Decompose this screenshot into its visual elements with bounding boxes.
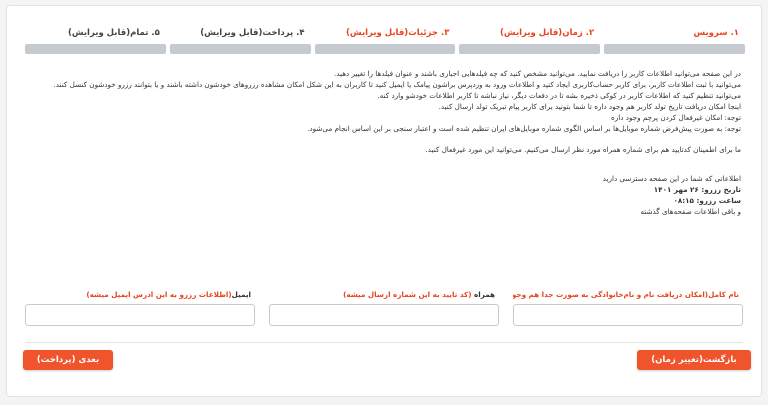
step-label: ۲. زمان(قابل ویرایش) — [500, 28, 595, 38]
info-line: می‌توانید تنظیم کنید که اطلاعات کاربر در… — [377, 91, 741, 100]
info-line: در این صفحه می‌توانید اطلاعات کاربر را د… — [333, 69, 741, 78]
mobile-input[interactable] — [269, 304, 499, 326]
step-bar — [459, 44, 601, 54]
step-finish[interactable]: ۵. تمام(قابل ویرایش) — [25, 26, 166, 56]
name-input[interactable] — [513, 304, 743, 326]
divider — [25, 342, 743, 343]
step-bar — [314, 44, 456, 54]
info-text: در این صفحه می‌توانید اطلاعات کاربر را د… — [21, 68, 741, 217]
reserve-date: تاریخ رزرو: ۲۶ مهر ۱۴۰۱ — [653, 185, 741, 194]
reserve-time: ساعت رزرو: ۰۸:۱۵ — [673, 196, 741, 205]
info-line: توجه: به صورت پیش‌فرض شماره موبایل‌ها بر… — [307, 124, 741, 133]
info-line: اینجا امکان دریافت تاریخ تولد کاربر هم و… — [438, 102, 741, 111]
booking-card: ۱. سرویس ۲. زمان(قابل ویرایش) ۳. جزئیات(… — [6, 5, 762, 397]
step-label: ۱. سرویس — [693, 28, 739, 38]
next-button[interactable]: بعدی (پرداخت) — [23, 350, 113, 370]
field-inputs — [25, 304, 743, 326]
email-label: ایمیل(اطلاعات رزرو به این ادرس ایمیل میش… — [86, 290, 251, 299]
step-bar — [169, 44, 311, 54]
reserve-summary: اطلاعاتی که شما در این صفحه دسترسی دارید… — [21, 173, 741, 217]
email-input[interactable] — [25, 304, 255, 326]
reserve-other: و باقی اطلاعات صفحه‌های گذشته — [640, 207, 741, 216]
step-label: ۴. پرداخت(قابل ویرایش) — [200, 28, 305, 38]
mobile-label: همراه (کد تایید به این شماره ارسال میشه) — [343, 290, 495, 299]
info-line: می‌توانید با ثبت اطلاعات کاربر، برای کار… — [53, 80, 741, 89]
step-bar — [25, 44, 166, 54]
name-label: نام کامل(امکان دریافت نام و نام‌خانوادگی… — [513, 290, 739, 299]
verify-note: ما برای اطمینان کدتایید هم برای شماره هم… — [425, 145, 741, 154]
step-payment[interactable]: ۴. پرداخت(قابل ویرایش) — [169, 26, 311, 56]
step-label: ۳. جزئیات(قابل ویرایش) — [346, 28, 450, 38]
step-time[interactable]: ۲. زمان(قابل ویرایش) — [459, 26, 601, 56]
progress-steps: ۱. سرویس ۲. زمان(قابل ویرایش) ۳. جزئیات(… — [25, 26, 745, 56]
back-button[interactable]: بازگشت(تغییر زمان) — [637, 350, 751, 370]
reserve-intro: اطلاعاتی که شما در این صفحه دسترسی دارید — [602, 174, 741, 183]
field-labels: نام کامل(امکان دریافت نام و نام‌خانوادگی… — [25, 290, 743, 304]
step-bar — [604, 44, 745, 54]
step-service[interactable]: ۱. سرویس — [604, 26, 745, 56]
step-details[interactable]: ۳. جزئیات(قابل ویرایش) — [314, 26, 456, 56]
info-line: توجه: امکان غیرفعال کردن پرچم وجود داره — [611, 113, 741, 122]
step-label: ۵. تمام(قابل ویرایش) — [67, 28, 160, 38]
